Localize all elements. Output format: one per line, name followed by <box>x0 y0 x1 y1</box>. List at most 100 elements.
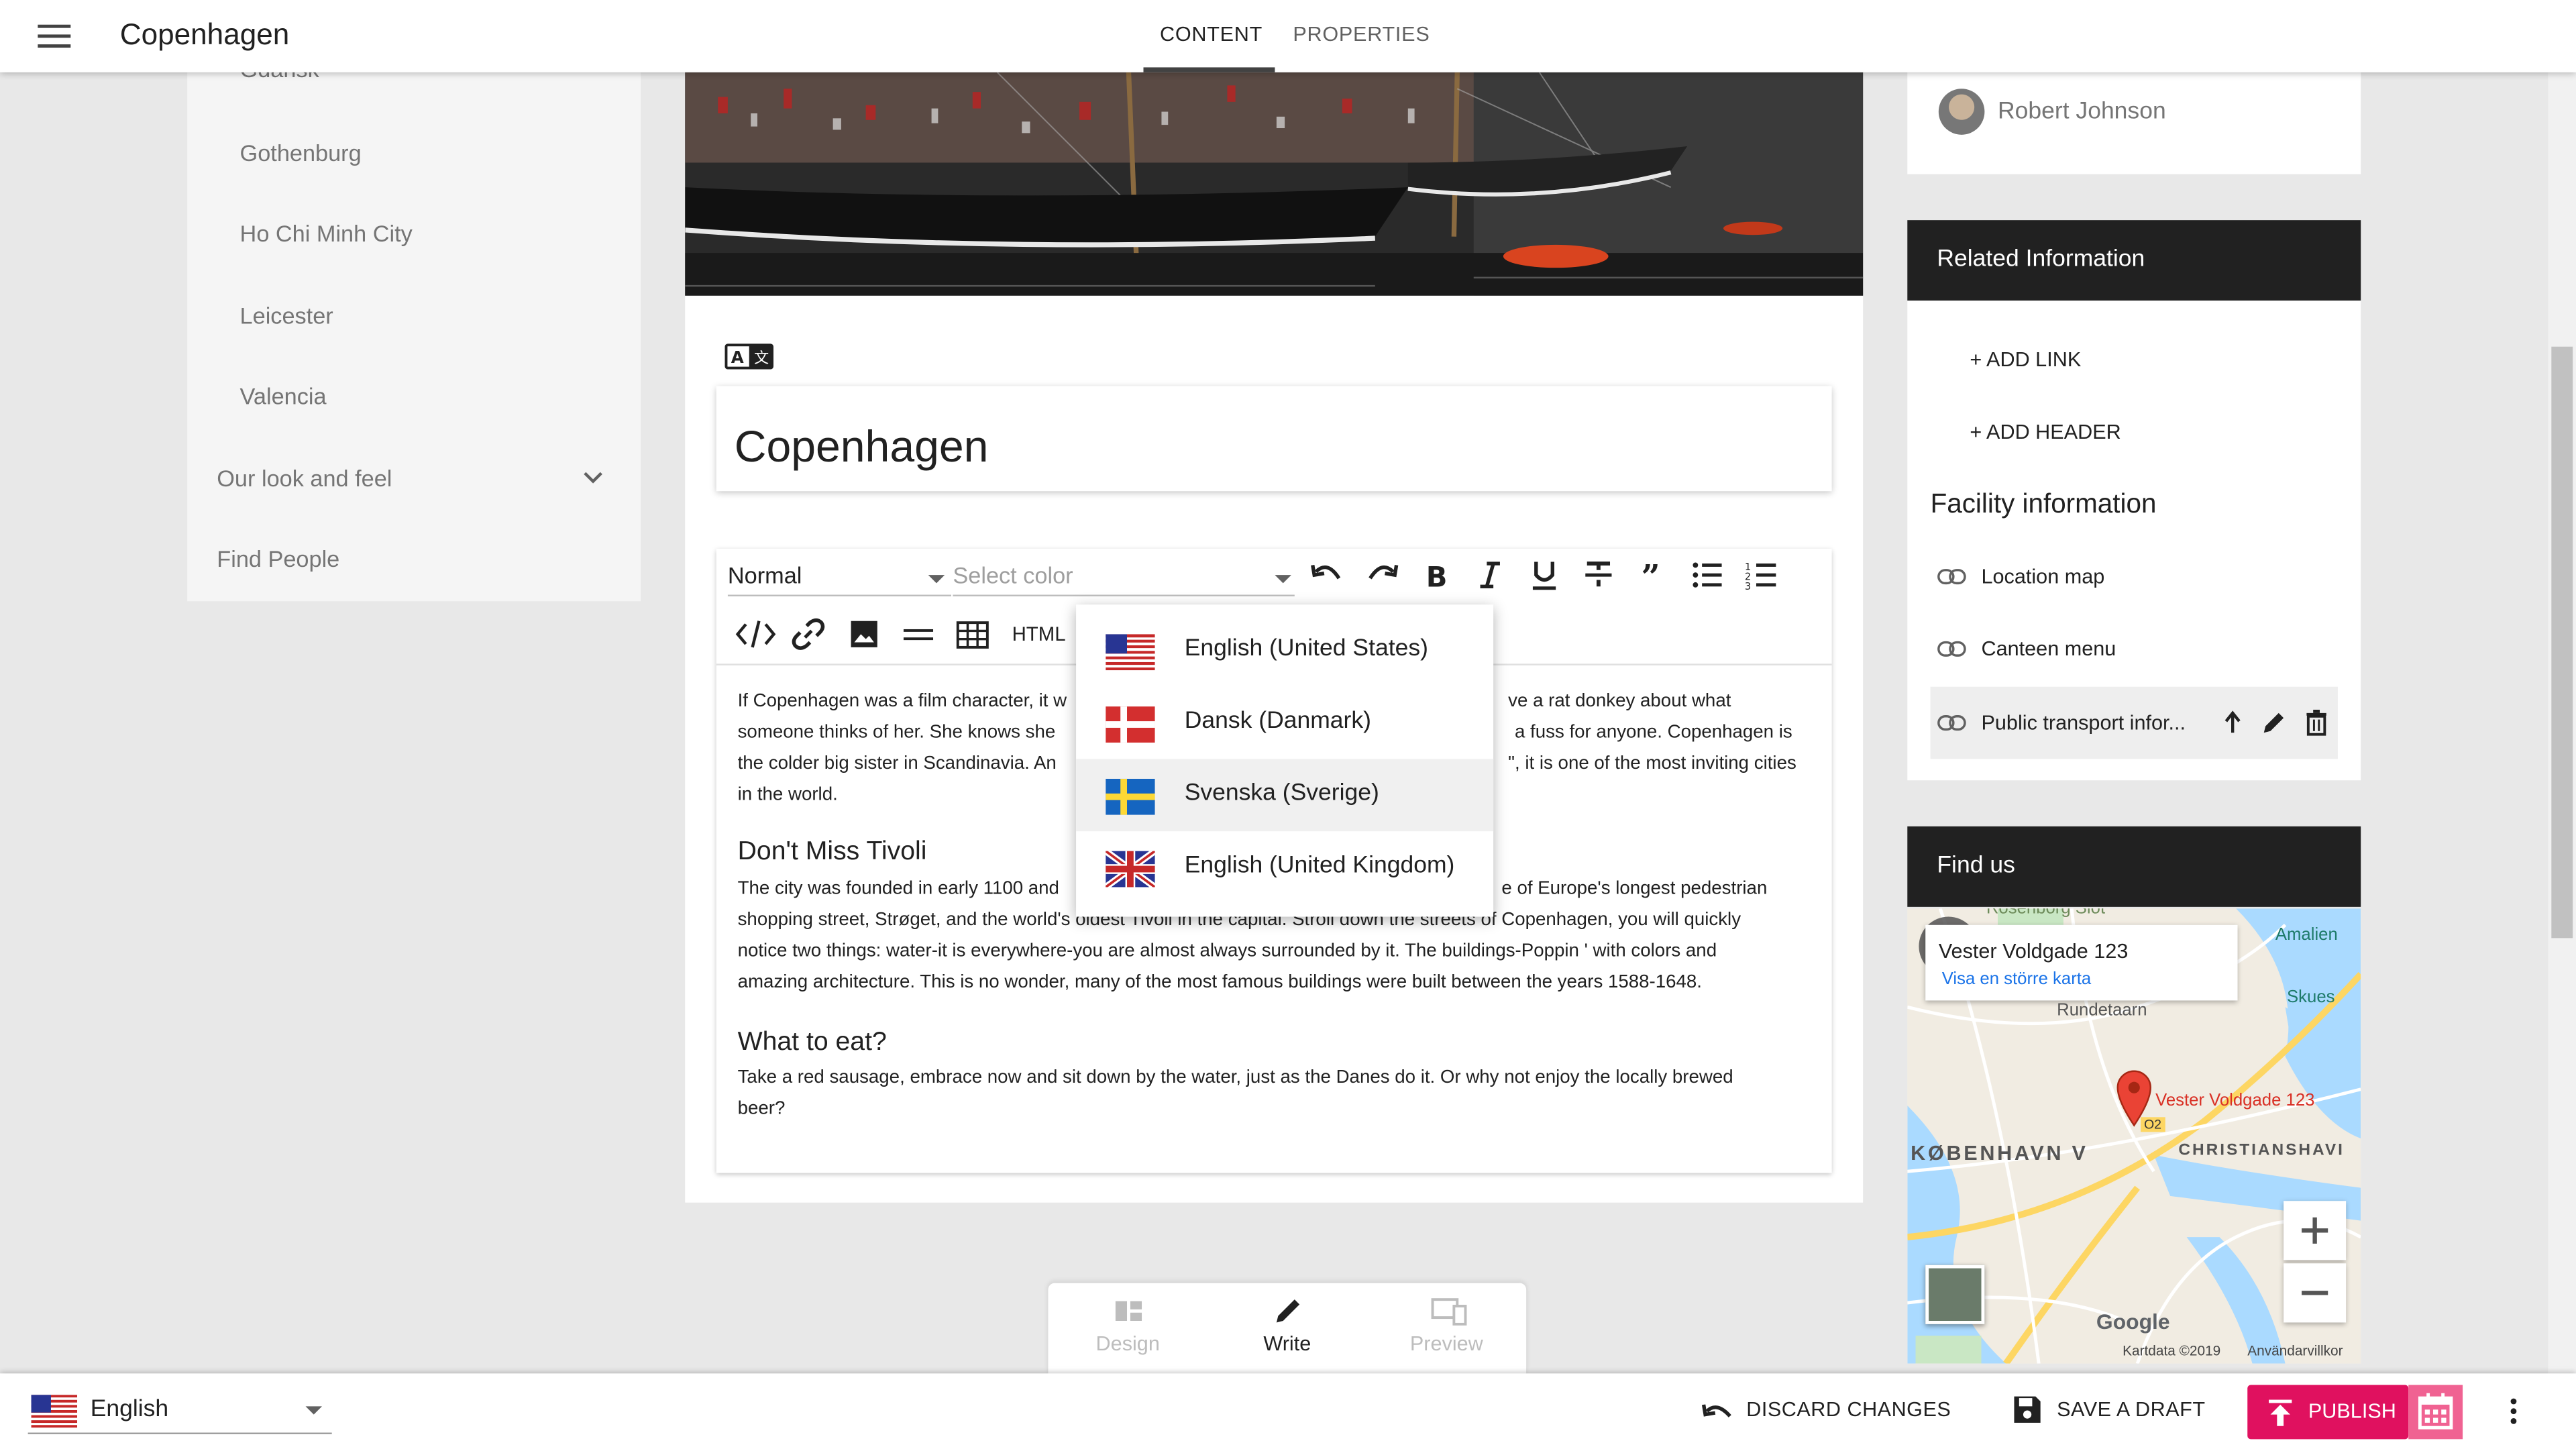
text-line: beer? <box>737 1099 786 1119</box>
title-input-text[interactable]: Copenhagen <box>735 422 989 473</box>
language-option-label: Dansk (Danmark) <box>1184 708 1371 735</box>
title-field[interactable]: Copenhagen <box>716 386 1832 492</box>
sidebar-item-ho-chi-minh-city[interactable]: Ho Chi Minh City <box>240 220 413 246</box>
link-icon[interactable] <box>789 614 828 654</box>
publish-icon <box>2269 1399 2292 1426</box>
pencil-icon <box>1271 1296 1303 1326</box>
related-link-canteen-menu[interactable]: Canteen menu <box>1931 621 2338 677</box>
top-app-bar: Copenhagen CONTENT PROPERTIES <box>0 0 2576 72</box>
language-option-da-dk[interactable]: Dansk (Danmark) <box>1076 687 1493 759</box>
tab-properties[interactable]: PROPERTIES <box>1293 23 1430 46</box>
uk-flag-icon <box>1106 851 1155 888</box>
link-icon <box>1937 639 1966 659</box>
bulleted-list-icon[interactable] <box>1687 555 1727 595</box>
blockquote-icon[interactable]: ” <box>1633 555 1672 595</box>
page-scrollbar-thumb[interactable] <box>2551 346 2573 938</box>
mode-write-button[interactable]: Write <box>1208 1296 1367 1355</box>
tab-content[interactable]: CONTENT <box>1160 23 1263 46</box>
table-icon[interactable] <box>953 614 992 654</box>
map-label: Vester Voldgade 123 <box>2155 1091 2315 1111</box>
section-title: Related Information <box>1937 246 2145 273</box>
author-name[interactable]: Robert Johnson <box>1998 99 2166 125</box>
discard-changes-button[interactable]: DISCARD CHANGES <box>1746 1398 1951 1421</box>
underline-icon[interactable] <box>1525 555 1564 595</box>
mode-design-button[interactable]: Design <box>1048 1296 1208 1355</box>
devices-icon <box>1430 1296 1466 1326</box>
map-road-label: O2 <box>2141 1117 2165 1132</box>
sidebar-item-gothenburg[interactable]: Gothenburg <box>240 140 362 166</box>
html-source-button[interactable]: HTML <box>1012 623 1066 645</box>
code-icon[interactable] <box>735 614 776 654</box>
heading-dont-miss-tivoli[interactable]: Don't Miss Tivoli <box>738 838 927 867</box>
related-link-label: Canteen menu <box>1981 637 2116 661</box>
mode-label: Write <box>1263 1332 1311 1356</box>
numbered-list-icon[interactable]: 123 <box>1741 555 1781 595</box>
image-icon[interactable] <box>845 614 884 654</box>
move-up-icon[interactable] <box>2220 708 2246 738</box>
map-zoom-out-button[interactable] <box>2284 1263 2347 1323</box>
color-select[interactable]: Select color <box>953 560 1295 596</box>
text-line: amazing architecture. This is no wonder,… <box>737 972 1703 993</box>
mode-preview-button[interactable]: Preview <box>1367 1296 1527 1355</box>
text-line: The city was founded in early 1100 and <box>737 879 1059 899</box>
map-label: Rosenborg Slot <box>1986 908 2106 918</box>
editor-mode-switcher: Design Write Preview <box>1048 1283 1527 1375</box>
paragraph-3[interactable]: Take a red sausage, embrace now and sit … <box>738 1063 1809 1126</box>
sidebar-item-leicester[interactable]: Leicester <box>240 303 333 329</box>
publish-button[interactable]: PUBLISH <box>2247 1385 2409 1440</box>
text-line: the colder big sister in Scandinavia. An <box>737 754 1057 774</box>
heading-what-to-eat[interactable]: What to eat? <box>738 1028 887 1058</box>
sidebar-item-valencia[interactable]: Valencia <box>240 383 327 409</box>
add-link-button[interactable]: + ADD LINK <box>1970 348 2081 371</box>
language-select-value[interactable]: English <box>91 1397 168 1423</box>
language-option-en-gb[interactable]: English (United Kingdom) <box>1076 831 1493 904</box>
svg-text:B: B <box>1426 560 1448 593</box>
larger-map-link[interactable]: Visa en större karta <box>1942 969 2092 989</box>
text-line: ", it is one of the most inviting cities <box>1508 754 1796 774</box>
hero-image <box>685 72 1864 296</box>
strikethrough-icon[interactable] <box>1578 555 1618 595</box>
language-option-label: Svenska (Sverige) <box>1184 780 1379 807</box>
embedded-map[interactable]: Vester Voldgade 123 Visa en större karta… <box>1907 908 2361 1364</box>
denmark-flag-icon <box>1106 706 1155 743</box>
more-options-icon[interactable] <box>2504 1395 2523 1428</box>
svg-text:3: 3 <box>1745 581 1751 592</box>
site-tree-panel: Gdansk Gothenburg Ho Chi Minh City Leice… <box>187 49 641 602</box>
edit-icon[interactable] <box>2259 708 2288 738</box>
map-zoom-in-button[interactable] <box>2284 1201 2347 1260</box>
chevron-down-icon[interactable] <box>578 465 608 491</box>
bold-icon[interactable]: B <box>1416 555 1456 595</box>
undo-icon <box>1699 1397 1735 1426</box>
related-link-location-map[interactable]: Location map <box>1931 549 2338 604</box>
caret-down-icon <box>1275 575 1291 584</box>
text-line: a fuss for anyone. Copenhagen is <box>1514 722 1792 743</box>
text-line: someone thinks of her. She knows she <box>737 722 1056 743</box>
caret-down-icon[interactable] <box>305 1406 323 1415</box>
hamburger-menu-icon[interactable] <box>36 19 72 52</box>
horizontal-rule-icon[interactable] <box>899 614 938 654</box>
delete-icon[interactable] <box>2303 708 2329 738</box>
satellite-toggle-button[interactable] <box>1925 1265 1985 1324</box>
related-link-public-transport[interactable]: Public transport infor... <box>1930 686 2338 759</box>
save-draft-button[interactable]: SAVE A DRAFT <box>2057 1398 2205 1421</box>
undo-icon[interactable] <box>1307 555 1347 595</box>
sidebar-item-our-look-and-feel[interactable]: Our look and feel <box>217 465 392 491</box>
translate-icon[interactable]: A文 <box>724 343 773 370</box>
map-label: KØBENHAVN V <box>1911 1142 2088 1165</box>
avatar[interactable] <box>1938 89 1985 135</box>
redo-icon[interactable] <box>1362 555 1401 595</box>
add-header-button[interactable]: + ADD HEADER <box>1970 421 2121 443</box>
text-line: ve a rat donkey about what <box>1508 692 1731 712</box>
language-option-sv-se[interactable]: Svenska (Sverige) <box>1076 759 1494 832</box>
schedule-publish-button[interactable] <box>2408 1385 2463 1440</box>
sidebar-item-find-people[interactable]: Find People <box>217 545 339 572</box>
map-label: CHRISTIANSHAVI <box>2178 1142 2345 1160</box>
map-label: Amalien <box>2275 924 2338 945</box>
language-option-en-us[interactable]: English (United States) <box>1076 614 1493 687</box>
calendar-icon <box>2418 1393 2453 1430</box>
google-logo: Google <box>2096 1309 2170 1334</box>
map-terms-link[interactable]: Användarvillkor <box>2247 1342 2343 1358</box>
author-card: Robert Johnson <box>1907 72 2361 174</box>
paragraph-style-select[interactable]: Normal <box>727 560 951 596</box>
italic-icon[interactable] <box>1470 555 1510 595</box>
